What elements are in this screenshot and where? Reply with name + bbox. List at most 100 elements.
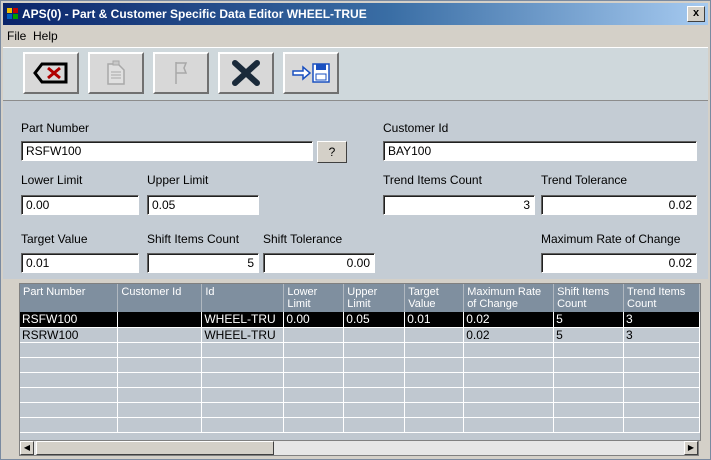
table-row[interactable] (20, 417, 700, 433)
table-cell[interactable] (117, 372, 203, 388)
table-cell[interactable] (404, 372, 465, 388)
table-cell[interactable] (343, 357, 406, 373)
table-cell[interactable] (343, 417, 406, 433)
customer-id-field[interactable]: BAY100 (383, 141, 697, 161)
table-cell[interactable] (201, 402, 285, 418)
table-cell[interactable]: 0.00 (283, 312, 345, 328)
table-cell[interactable] (623, 372, 700, 388)
table-cell[interactable] (117, 312, 203, 328)
grid-header-cell[interactable]: Target Value (404, 284, 465, 312)
grid-header-cell[interactable]: Upper Limit (343, 284, 406, 312)
shift-items-count-field[interactable]: 5 (147, 253, 259, 273)
table-cell[interactable] (20, 372, 119, 388)
scroll-left-button[interactable]: ◀ (20, 441, 34, 455)
table-cell[interactable] (201, 372, 285, 388)
grid-header-cell[interactable]: Trend Items Count (623, 284, 700, 312)
table-cell[interactable] (20, 357, 119, 373)
table-cell[interactable] (553, 402, 625, 418)
table-cell[interactable]: WHEEL-TRU (201, 312, 285, 328)
table-cell[interactable] (117, 327, 203, 343)
table-cell[interactable] (463, 387, 555, 403)
table-cell[interactable] (117, 402, 203, 418)
cancel-button[interactable] (218, 52, 274, 94)
table-cell[interactable] (404, 402, 465, 418)
table-cell[interactable]: 5 (553, 327, 625, 343)
table-cell[interactable] (343, 372, 406, 388)
table-cell[interactable] (117, 417, 203, 433)
table-cell[interactable] (343, 387, 406, 403)
table-cell[interactable] (117, 342, 203, 358)
table-cell[interactable] (404, 417, 465, 433)
table-cell[interactable] (623, 417, 700, 433)
table-cell[interactable]: WHEEL-TRU (201, 327, 285, 343)
table-cell[interactable] (463, 372, 555, 388)
table-cell[interactable] (20, 342, 119, 358)
shift-tolerance-field[interactable]: 0.00 (263, 253, 375, 273)
table-cell[interactable]: 3 (623, 312, 700, 328)
data-grid[interactable]: Part Number Customer Id Id Lower Limit Upper L… (19, 283, 701, 441)
table-cell[interactable] (623, 342, 700, 358)
table-cell[interactable] (283, 417, 345, 433)
scroll-thumb[interactable] (36, 441, 274, 455)
table-cell[interactable] (404, 342, 465, 358)
document-button[interactable] (88, 52, 144, 94)
table-cell[interactable]: 0.01 (404, 312, 465, 328)
table-cell[interactable] (283, 402, 345, 418)
table-row[interactable] (20, 357, 700, 373)
table-row[interactable]: RSFW100 WHEEL-TRU 0.00 0.05 0.01 0.02 5 3 (20, 312, 700, 328)
title-bar[interactable]: APS(0) - Part & Customer Specific Data E… (3, 3, 708, 25)
table-cell[interactable]: RSRW100 (20, 327, 119, 343)
table-cell[interactable] (404, 327, 465, 343)
grid-header-cell[interactable]: Part Number (20, 284, 119, 312)
table-row[interactable] (20, 387, 700, 403)
table-cell[interactable] (201, 417, 285, 433)
table-cell[interactable] (343, 342, 406, 358)
grid-header-cell[interactable]: Id (201, 284, 285, 312)
table-cell[interactable] (623, 357, 700, 373)
table-cell[interactable] (404, 387, 465, 403)
table-cell[interactable] (463, 342, 555, 358)
table-cell[interactable] (623, 402, 700, 418)
table-cell[interactable] (623, 387, 700, 403)
lower-limit-field[interactable]: 0.00 (21, 195, 139, 215)
table-cell[interactable]: 3 (623, 327, 700, 343)
table-cell[interactable] (20, 402, 119, 418)
lookup-button[interactable]: ? (317, 141, 347, 163)
table-cell[interactable] (201, 342, 285, 358)
table-cell[interactable] (283, 372, 345, 388)
table-cell[interactable] (553, 387, 625, 403)
save-button[interactable] (283, 52, 339, 94)
table-row[interactable] (20, 372, 700, 388)
table-cell[interactable] (283, 387, 345, 403)
table-cell[interactable]: 0.02 (463, 312, 555, 328)
grid-header-cell[interactable]: Shift Items Count (553, 284, 625, 312)
table-cell[interactable] (553, 417, 625, 433)
table-cell[interactable] (117, 387, 203, 403)
horizontal-scrollbar[interactable]: ◀ ▶ (19, 440, 699, 456)
trend-tolerance-field[interactable]: 0.02 (541, 195, 697, 215)
table-cell[interactable] (553, 372, 625, 388)
scroll-right-button[interactable]: ▶ (684, 441, 698, 455)
part-number-field[interactable]: RSFW100 (21, 141, 313, 161)
table-cell[interactable] (117, 357, 203, 373)
max-rate-change-field[interactable]: 0.02 (541, 253, 697, 273)
table-row[interactable]: RSRW100 WHEEL-TRU 0.02 5 3 (20, 327, 700, 343)
table-cell[interactable] (553, 357, 625, 373)
table-cell[interactable] (201, 357, 285, 373)
table-cell[interactable]: RSFW100 (20, 312, 119, 328)
delete-button[interactable] (23, 52, 79, 94)
table-cell[interactable] (20, 387, 119, 403)
table-cell[interactable]: 0.05 (343, 312, 406, 328)
table-cell[interactable] (343, 327, 406, 343)
grid-header-cell[interactable]: Lower Limit (283, 284, 345, 312)
close-button[interactable]: x (687, 6, 705, 22)
table-row[interactable] (20, 402, 700, 418)
table-cell[interactable] (20, 417, 119, 433)
upper-limit-field[interactable]: 0.05 (147, 195, 259, 215)
table-cell[interactable] (283, 327, 345, 343)
table-cell[interactable] (283, 342, 345, 358)
table-cell[interactable]: 0.02 (463, 327, 555, 343)
menu-help[interactable]: Help (33, 29, 58, 43)
trend-items-count-field[interactable]: 3 (383, 195, 535, 215)
flag-button[interactable] (153, 52, 209, 94)
